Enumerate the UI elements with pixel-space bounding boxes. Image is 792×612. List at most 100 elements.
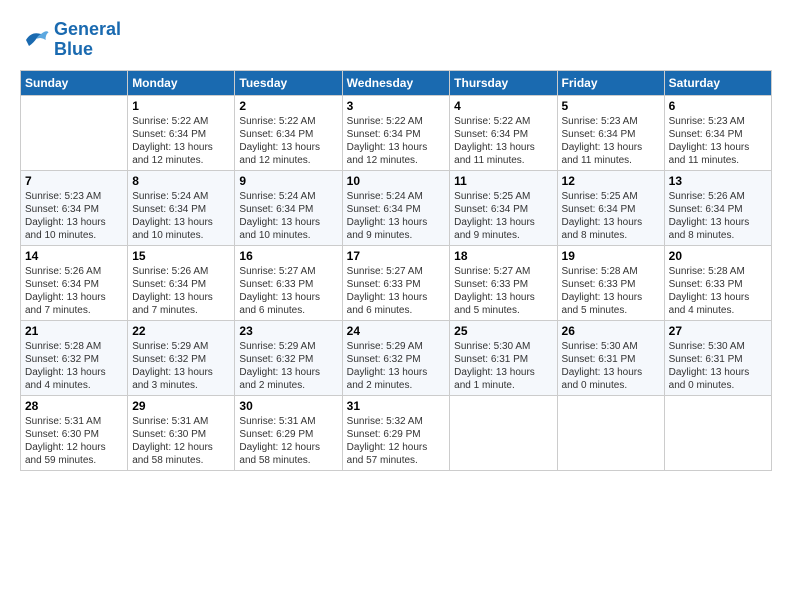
weekday-header-saturday: Saturday [664,70,771,95]
day-info: Sunrise: 5:30 AM Sunset: 6:31 PM Dayligh… [454,340,552,392]
day-info: Sunrise: 5:24 AM Sunset: 6:34 PM Dayligh… [132,190,230,242]
day-number: 19 [562,249,660,263]
day-info: Sunrise: 5:25 AM Sunset: 6:34 PM Dayligh… [562,190,660,242]
day-info: Sunrise: 5:23 AM Sunset: 6:34 PM Dayligh… [25,190,123,242]
day-info: Sunrise: 5:30 AM Sunset: 6:31 PM Dayligh… [562,340,660,392]
day-number: 1 [132,99,230,113]
day-info: Sunrise: 5:28 AM Sunset: 6:33 PM Dayligh… [562,265,660,317]
calendar-cell: 2 Sunrise: 5:22 AM Sunset: 6:34 PM Daylig… [235,95,342,170]
calendar-cell: 24Sunrise: 5:29 AM Sunset: 6:32 PM Dayli… [342,320,450,395]
day-info: Sunrise: 5:22 AM Sunset: 6:34 PM Dayligh… [347,115,446,167]
day-number: 18 [454,249,552,263]
day-info: Sunrise: 5:22 AM Sunset: 6:34 PM Dayligh… [239,115,337,167]
day-number: 12 [562,174,660,188]
calendar-cell: 14 Sunrise: 5:26 AM Sunset: 6:34 PM Dayli… [21,245,128,320]
weekday-header-thursday: Thursday [450,70,557,95]
calendar-cell: 9Sunrise: 5:24 AM Sunset: 6:34 PM Daylig… [235,170,342,245]
weekday-header-row: SundayMondayTuesdayWednesdayThursdayFrid… [21,70,772,95]
day-number: 26 [562,324,660,338]
calendar-cell [450,395,557,470]
calendar-week-row: 21 Sunrise: 5:28 AM Sunset: 6:32 PM Dayli… [21,320,772,395]
calendar-cell: 16 Sunrise: 5:27 AM Sunset: 6:33 PM Dayli… [235,245,342,320]
calendar-cell: 1 Sunrise: 5:22 AM Sunset: 6:34 PM Daylig… [128,95,235,170]
day-number: 30 [239,399,337,413]
calendar-header: SundayMondayTuesdayWednesdayThursdayFrid… [21,70,772,95]
weekday-header-sunday: Sunday [21,70,128,95]
calendar-cell: 30 Sunrise: 5:31 AM Sunset: 6:29 PM Dayli… [235,395,342,470]
calendar-body: 1 Sunrise: 5:22 AM Sunset: 6:34 PM Daylig… [21,95,772,470]
day-number: 7 [25,174,123,188]
day-number: 10 [347,174,446,188]
calendar-cell: 19 Sunrise: 5:28 AM Sunset: 6:33 PM Dayli… [557,245,664,320]
day-info: Sunrise: 5:29 AM Sunset: 6:32 PM Dayligh… [239,340,337,392]
calendar-week-row: 28 Sunrise: 5:31 AM Sunset: 6:30 PM Dayli… [21,395,772,470]
day-number: 25 [454,324,552,338]
day-number: 24 [347,324,446,338]
day-info: Sunrise: 5:22 AM Sunset: 6:34 PM Dayligh… [454,115,552,167]
day-info: Sunrise: 5:28 AM Sunset: 6:32 PM Dayligh… [25,340,123,392]
page-header: General Blue [20,20,772,60]
calendar-cell: 27 Sunrise: 5:30 AM Sunset: 6:31 PM Dayli… [664,320,771,395]
day-info: Sunrise: 5:26 AM Sunset: 6:34 PM Dayligh… [132,265,230,317]
day-number: 8 [132,174,230,188]
calendar-cell: 31Sunrise: 5:32 AM Sunset: 6:29 PM Dayli… [342,395,450,470]
calendar-cell: 29 Sunrise: 5:31 AM Sunset: 6:30 PM Dayli… [128,395,235,470]
day-number: 31 [347,399,446,413]
day-info: Sunrise: 5:31 AM Sunset: 6:30 PM Dayligh… [132,415,230,467]
day-number: 3 [347,99,446,113]
day-number: 13 [669,174,767,188]
calendar-cell: 3 Sunrise: 5:22 AM Sunset: 6:34 PM Daylig… [342,95,450,170]
day-number: 23 [239,324,337,338]
day-info: Sunrise: 5:27 AM Sunset: 6:33 PM Dayligh… [347,265,446,317]
day-number: 27 [669,324,767,338]
logo-text: General Blue [54,20,121,60]
calendar-cell: 21 Sunrise: 5:28 AM Sunset: 6:32 PM Dayli… [21,320,128,395]
day-info: Sunrise: 5:23 AM Sunset: 6:34 PM Dayligh… [669,115,767,167]
weekday-header-friday: Friday [557,70,664,95]
day-number: 2 [239,99,337,113]
day-info: Sunrise: 5:27 AM Sunset: 6:33 PM Dayligh… [454,265,552,317]
day-number: 20 [669,249,767,263]
calendar-cell: 13Sunrise: 5:26 AM Sunset: 6:34 PM Dayli… [664,170,771,245]
logo-bird-icon [20,25,50,55]
calendar-cell [664,395,771,470]
day-info: Sunrise: 5:31 AM Sunset: 6:30 PM Dayligh… [25,415,123,467]
calendar-cell: 4 Sunrise: 5:22 AM Sunset: 6:34 PM Daylig… [450,95,557,170]
day-number: 21 [25,324,123,338]
calendar-cell: 26 Sunrise: 5:30 AM Sunset: 6:31 PM Dayli… [557,320,664,395]
day-number: 22 [132,324,230,338]
calendar-week-row: 14 Sunrise: 5:26 AM Sunset: 6:34 PM Dayli… [21,245,772,320]
calendar-week-row: 1 Sunrise: 5:22 AM Sunset: 6:34 PM Daylig… [21,95,772,170]
calendar-cell: 8 Sunrise: 5:24 AM Sunset: 6:34 PM Daylig… [128,170,235,245]
day-number: 28 [25,399,123,413]
day-number: 6 [669,99,767,113]
calendar-cell: 11Sunrise: 5:25 AM Sunset: 6:34 PM Dayli… [450,170,557,245]
calendar-cell: 20 Sunrise: 5:28 AM Sunset: 6:33 PM Dayli… [664,245,771,320]
day-number: 11 [454,174,552,188]
calendar-cell: 22 Sunrise: 5:29 AM Sunset: 6:32 PM Dayli… [128,320,235,395]
day-info: Sunrise: 5:31 AM Sunset: 6:29 PM Dayligh… [239,415,337,467]
day-info: Sunrise: 5:24 AM Sunset: 6:34 PM Dayligh… [347,190,446,242]
calendar-cell: 17 Sunrise: 5:27 AM Sunset: 6:33 PM Dayli… [342,245,450,320]
weekday-header-wednesday: Wednesday [342,70,450,95]
day-info: Sunrise: 5:29 AM Sunset: 6:32 PM Dayligh… [132,340,230,392]
calendar-cell: 12 Sunrise: 5:25 AM Sunset: 6:34 PM Dayli… [557,170,664,245]
day-info: Sunrise: 5:26 AM Sunset: 6:34 PM Dayligh… [25,265,123,317]
day-number: 14 [25,249,123,263]
day-number: 4 [454,99,552,113]
day-info: Sunrise: 5:28 AM Sunset: 6:33 PM Dayligh… [669,265,767,317]
weekday-header-tuesday: Tuesday [235,70,342,95]
calendar-cell: 18 Sunrise: 5:27 AM Sunset: 6:33 PM Dayli… [450,245,557,320]
calendar-cell: 7 Sunrise: 5:23 AM Sunset: 6:34 PM Daylig… [21,170,128,245]
day-number: 9 [239,174,337,188]
day-info: Sunrise: 5:30 AM Sunset: 6:31 PM Dayligh… [669,340,767,392]
calendar-cell: 6 Sunrise: 5:23 AM Sunset: 6:34 PM Daylig… [664,95,771,170]
calendar-cell: 10 Sunrise: 5:24 AM Sunset: 6:34 PM Dayli… [342,170,450,245]
calendar-week-row: 7 Sunrise: 5:23 AM Sunset: 6:34 PM Daylig… [21,170,772,245]
day-number: 29 [132,399,230,413]
day-info: Sunrise: 5:27 AM Sunset: 6:33 PM Dayligh… [239,265,337,317]
weekday-header-monday: Monday [128,70,235,95]
day-number: 17 [347,249,446,263]
day-info: Sunrise: 5:22 AM Sunset: 6:34 PM Dayligh… [132,115,230,167]
day-number: 16 [239,249,337,263]
